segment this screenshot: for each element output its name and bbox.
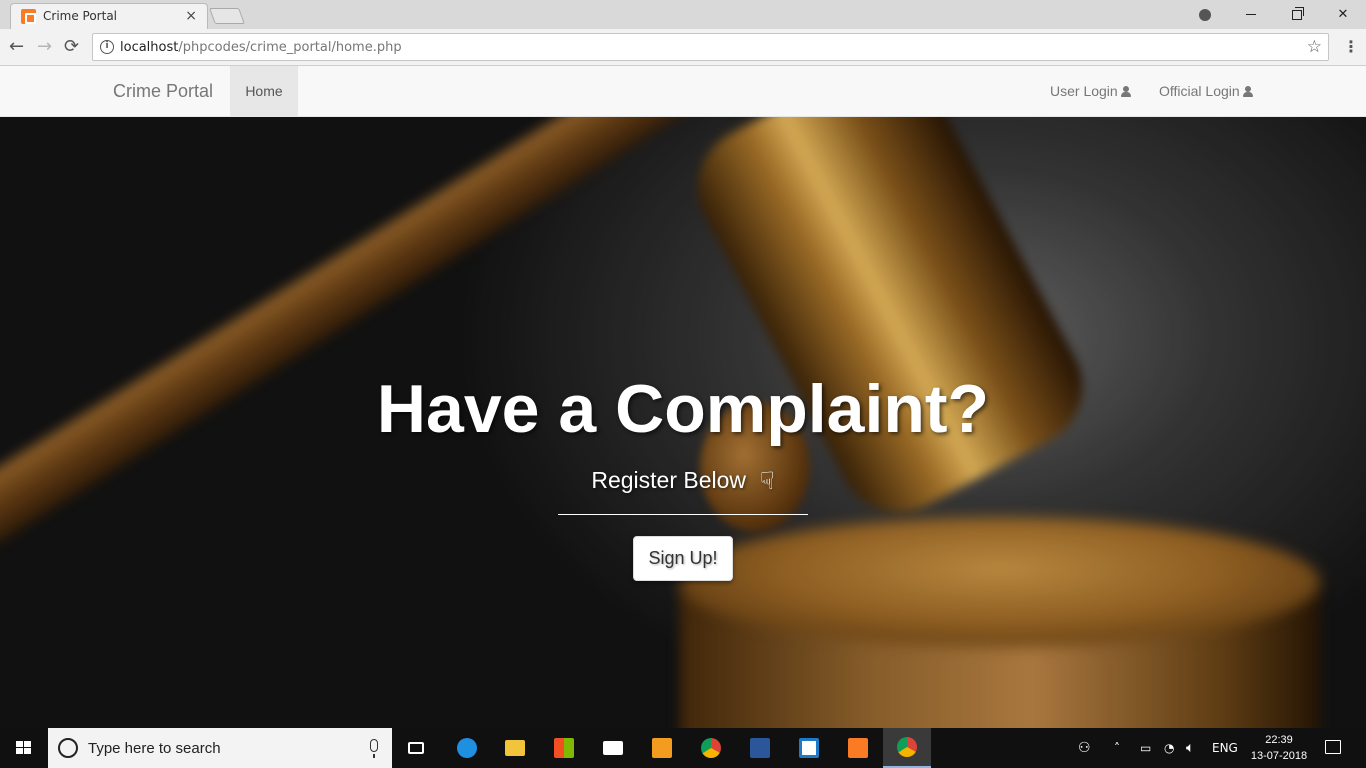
microphone-icon[interactable]	[370, 739, 378, 758]
official-login-label: Official Login	[1159, 83, 1240, 99]
url-host: localhost	[120, 40, 179, 55]
search-placeholder: Type here to search	[88, 740, 221, 757]
url-text: localhost/phpcodes/crime_portal/home.php	[120, 40, 402, 55]
new-tab-button[interactable]	[209, 8, 245, 24]
hero-section: Have a Complaint? Register Below ☟ Sign U…	[0, 117, 1366, 728]
people-icon[interactable]: ⚇	[1078, 728, 1091, 768]
start-button[interactable]	[0, 728, 48, 768]
nav-home-link[interactable]: Home	[230, 66, 298, 116]
close-window-button[interactable]: ✕	[1320, 0, 1366, 29]
chrome-icon	[897, 737, 917, 757]
minimize-icon	[1246, 14, 1256, 15]
restore-button[interactable]	[1274, 0, 1320, 29]
site-info-icon[interactable]: i	[100, 40, 114, 54]
browser-tab-crime-portal[interactable]: Crime Portal ×	[10, 3, 208, 29]
cortana-icon	[58, 738, 78, 758]
task-view-button[interactable]	[392, 728, 440, 768]
address-bar[interactable]: i localhost/phpcodes/crime_portal/home.p…	[92, 33, 1329, 61]
user-login-label: User Login	[1050, 83, 1118, 99]
xampp-icon	[848, 738, 868, 758]
word-icon	[750, 738, 770, 758]
browser-toolbar: ← → ⟳ i localhost/phpcodes/crime_portal/…	[0, 29, 1366, 66]
user-icon	[1120, 86, 1131, 97]
url-path: /phpcodes/crime_portal/home.php	[178, 40, 402, 55]
brackets-button[interactable]	[785, 728, 833, 768]
chrome-button[interactable]	[687, 728, 735, 768]
mail-button[interactable]	[589, 728, 637, 768]
edge-icon	[457, 738, 477, 758]
sublime-text-icon	[652, 738, 672, 758]
task-view-icon	[408, 742, 424, 754]
hero-divider	[558, 514, 808, 515]
tab-title: Crime Portal	[43, 9, 118, 23]
bookmark-star-icon[interactable]: ☆	[1307, 37, 1322, 57]
restore-icon	[1292, 6, 1304, 20]
file-explorer-icon	[505, 740, 525, 756]
chrome-icon	[701, 738, 721, 758]
tab-close-icon[interactable]: ×	[185, 8, 197, 24]
reload-button[interactable]: ⟳	[64, 37, 79, 57]
hero-subtitle-text: Register Below	[591, 467, 747, 493]
hand-pointing-down-icon: ☟	[760, 467, 775, 495]
xampp-button[interactable]	[834, 728, 882, 768]
user-login-link[interactable]: User Login	[1050, 66, 1131, 116]
xampp-favicon-icon	[21, 9, 36, 24]
chrome-active-button[interactable]	[883, 728, 931, 768]
taskbar-search-box[interactable]: Type here to search	[48, 728, 392, 768]
store-button[interactable]	[540, 728, 588, 768]
file-explorer-button[interactable]	[491, 728, 539, 768]
user-icon	[1242, 86, 1253, 97]
sublime-text-button[interactable]	[638, 728, 686, 768]
hero-title: Have a Complaint?	[376, 371, 990, 447]
clock-time: 22:39	[1265, 734, 1293, 746]
edge-button[interactable]	[443, 728, 491, 768]
hero-subtitle: Register Below ☟	[0, 467, 1366, 495]
browser-tabstrip: Crime Portal × ✕	[0, 0, 1366, 29]
official-login-link[interactable]: Official Login	[1159, 66, 1253, 116]
store-icon	[554, 738, 574, 758]
hero-content: Have a Complaint? Register Below ☟ Sign U…	[0, 117, 1366, 728]
word-button[interactable]	[736, 728, 784, 768]
clock-date: 13-07-2018	[1250, 750, 1308, 762]
action-center-icon[interactable]	[1325, 740, 1341, 754]
site-navbar: Crime Portal Home User Login Official Lo…	[0, 66, 1366, 117]
browser-menu-icon[interactable]: ⋮	[1343, 37, 1359, 56]
profile-icon	[1199, 8, 1211, 21]
brackets-icon	[799, 738, 819, 758]
volume-icon[interactable]: 🔈︎	[1186, 728, 1194, 768]
battery-icon[interactable]: ▭	[1140, 728, 1151, 768]
profile-button[interactable]	[1182, 0, 1228, 29]
language-indicator[interactable]: ENG	[1212, 728, 1238, 768]
taskbar-clock[interactable]: 22:39 13-07-2018	[1248, 732, 1310, 764]
show-hidden-icons-button[interactable]: ˄	[1114, 728, 1120, 768]
windows-taskbar: Type here to search ⚇ ˄ ▭ ◔ 🔈︎ ENG 22:39…	[0, 728, 1366, 768]
wifi-icon[interactable]: ◔	[1164, 728, 1174, 768]
forward-button[interactable]: →	[37, 37, 52, 57]
back-button[interactable]: ←	[9, 37, 24, 57]
navbar-brand[interactable]: Crime Portal	[113, 81, 213, 102]
minimize-button[interactable]	[1228, 0, 1274, 29]
windows-logo-icon	[16, 741, 32, 755]
signup-button[interactable]: Sign Up!	[633, 536, 733, 581]
mail-icon	[603, 741, 623, 755]
